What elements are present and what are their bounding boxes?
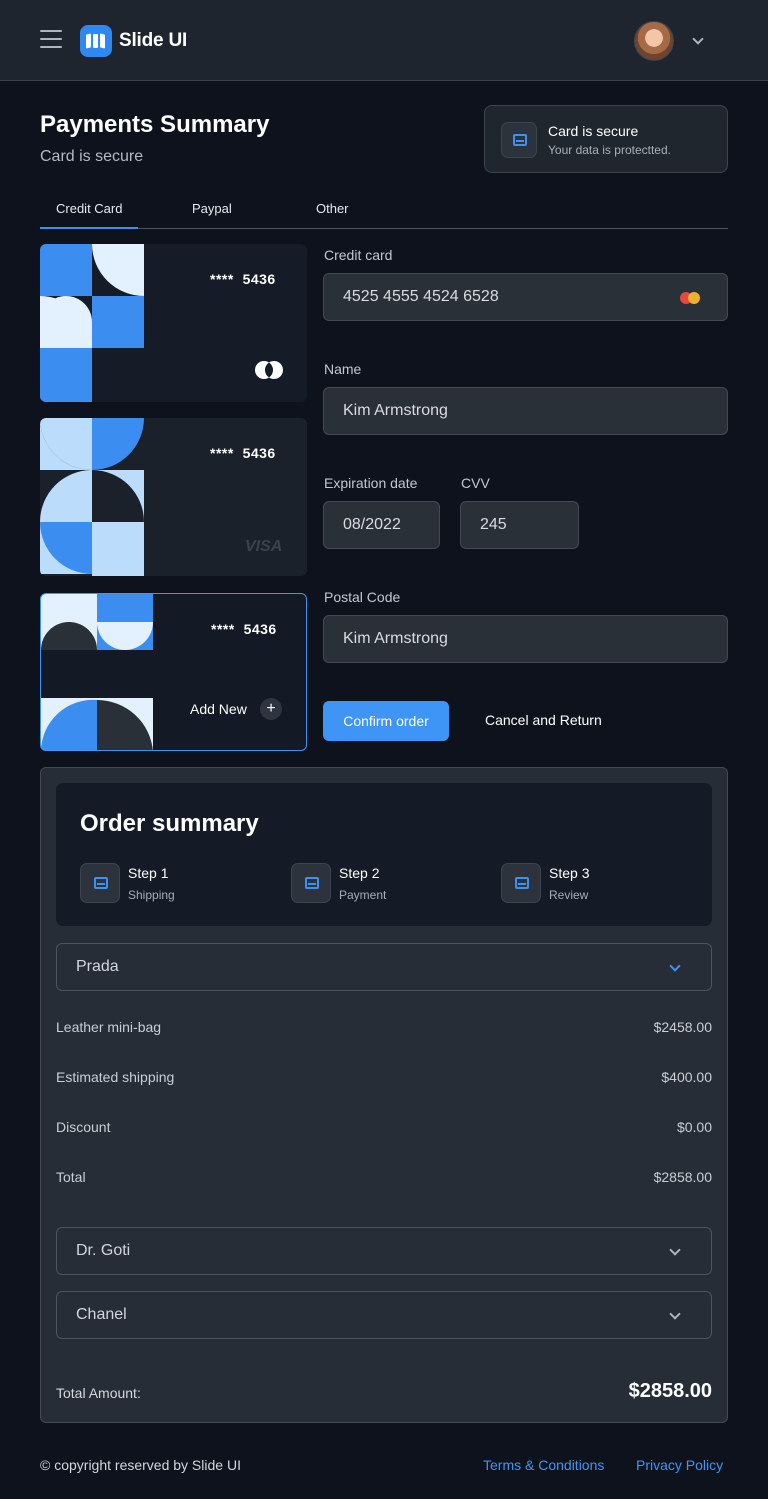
- tab-credit-card[interactable]: Credit Card: [56, 201, 122, 216]
- expiration-input[interactable]: 08/2022: [323, 501, 440, 549]
- total-label: Total: [56, 1169, 86, 1185]
- card-pattern: [41, 594, 153, 750]
- top-bar: Slide UI: [0, 0, 768, 81]
- card-pattern: [40, 244, 144, 402]
- chevron-down-icon[interactable]: [692, 33, 704, 45]
- step-3-title: Step 3: [549, 865, 590, 881]
- secure-text: Your data is protectted.: [548, 143, 671, 157]
- postal-code-label: Postal Code: [324, 589, 401, 605]
- page-subtitle: Card is secure: [40, 148, 144, 165]
- name-label: Name: [324, 361, 362, 377]
- add-new-card[interactable]: **** 5436 Add New +: [40, 593, 307, 751]
- card-number: **** 5436: [210, 445, 276, 461]
- privacy-link[interactable]: Privacy Policy: [636, 1457, 723, 1473]
- shipping-value: $400.00: [661, 1069, 712, 1085]
- brand-name: Slide UI: [119, 30, 188, 51]
- vendor-select-dr-goti[interactable]: Dr. Goti: [56, 1227, 712, 1275]
- chevron-down-icon: [669, 960, 681, 972]
- credit-card-label: Credit card: [324, 247, 393, 263]
- plus-icon[interactable]: +: [260, 698, 282, 720]
- saved-card-1[interactable]: **** 5436: [40, 244, 307, 402]
- saved-card-2[interactable]: **** 5436 VISA: [40, 418, 307, 576]
- discount-value: $0.00: [676, 1119, 712, 1135]
- confirm-order-button[interactable]: Confirm order: [323, 701, 449, 741]
- step-2-title: Step 2: [339, 865, 380, 881]
- total-value: $2858.00: [653, 1169, 712, 1185]
- avatar[interactable]: [634, 21, 674, 61]
- card-number: **** 5436: [211, 621, 277, 637]
- secure-notice: Card is secure Your data is protectted.: [484, 105, 728, 173]
- card-number: **** 5436: [210, 271, 276, 287]
- vendor-select-prada[interactable]: Prada: [56, 943, 712, 991]
- postal-code-input[interactable]: Kim Armstrong: [323, 615, 728, 663]
- active-tab-indicator: [40, 227, 138, 229]
- order-summary-title: Order summary: [80, 810, 259, 837]
- credit-card-input[interactable]: 4525 4555 4524 6528: [323, 273, 728, 321]
- line-item-label: Leather mini-bag: [56, 1019, 162, 1035]
- vendor-select-chanel[interactable]: Chanel: [56, 1291, 712, 1339]
- step-3-sub: Review: [549, 888, 589, 902]
- mastercard-icon: [255, 361, 283, 379]
- inbox-icon: [80, 863, 120, 903]
- discount-label: Discount: [56, 1119, 111, 1135]
- add-new-label[interactable]: Add New: [190, 701, 247, 717]
- line-item-value: $2458.00: [653, 1019, 712, 1035]
- inbox-icon: [291, 863, 331, 903]
- step-2-sub: Payment: [339, 888, 387, 902]
- name-input[interactable]: Kim Armstrong: [323, 387, 728, 435]
- card-pattern: [40, 418, 144, 576]
- page-title: Payments Summary: [40, 111, 270, 138]
- menu-icon[interactable]: [40, 30, 62, 50]
- step-1-sub: Shipping: [128, 888, 175, 902]
- chevron-down-icon: [669, 1244, 681, 1256]
- order-summary-header: Order summary Step 1 Shipping Step 2 Pay…: [56, 783, 712, 926]
- total-amount-value: $2858.00: [628, 1380, 712, 1402]
- secure-title: Card is secure: [548, 123, 639, 139]
- step-1-title: Step 1: [128, 865, 169, 881]
- inbox-icon: [501, 863, 541, 903]
- cvv-label: CVV: [461, 475, 490, 491]
- expiration-label: Expiration date: [324, 475, 418, 491]
- shipping-label: Estimated shipping: [56, 1069, 175, 1085]
- logo-icon: [80, 25, 112, 57]
- tab-other[interactable]: Other: [316, 201, 349, 216]
- copyright-text: © copyright reserved by Slide UI: [40, 1457, 241, 1473]
- terms-link[interactable]: Terms & Conditions: [483, 1457, 604, 1473]
- total-amount-label: Total Amount:: [56, 1385, 141, 1401]
- cancel-return-button[interactable]: Cancel and Return: [485, 712, 602, 728]
- visa-logo: VISA: [245, 538, 283, 555]
- tab-paypal[interactable]: Paypal: [192, 201, 232, 216]
- inbox-icon: [501, 122, 537, 158]
- cvv-input[interactable]: 245: [460, 501, 579, 549]
- chevron-down-icon: [669, 1308, 681, 1320]
- payment-tabs: Credit Card Paypal Other: [40, 195, 728, 229]
